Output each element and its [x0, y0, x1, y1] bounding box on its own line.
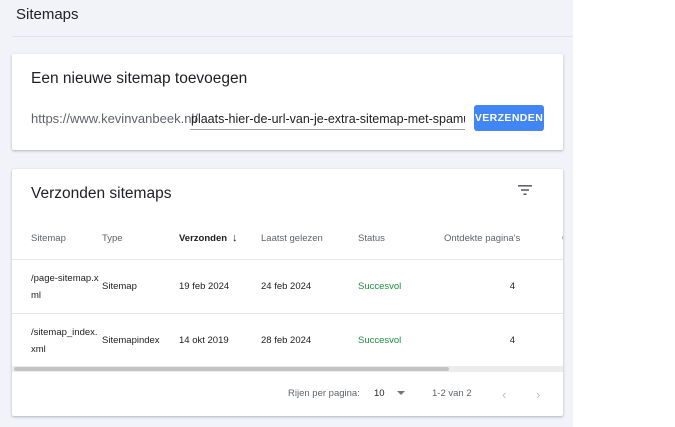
caret-down-icon[interactable]	[397, 391, 405, 395]
status-badge: Succesvol	[358, 313, 444, 362]
discovered-pages-count: 4	[444, 313, 562, 362]
chevron-right-icon[interactable]: ›	[536, 387, 540, 402]
filter-icon[interactable]	[517, 183, 533, 197]
pagination-range: 1-2 van 2	[432, 388, 472, 399]
column-header-type[interactable]: Type	[102, 217, 179, 260]
chevron-left-icon[interactable]: ‹	[502, 387, 506, 402]
submitted-sitemaps-title: Verzonden sitemaps	[31, 185, 172, 202]
submitted-date: 19 feb 2024	[179, 259, 261, 314]
column-header-status[interactable]: Status	[358, 217, 444, 260]
table-header-row: Sitemap Type Verzonden ↓ Laatst gelezen S…	[12, 217, 563, 260]
scrollbar-thumb[interactable]	[14, 367, 449, 371]
rows-per-page-select[interactable]: 10	[374, 388, 385, 399]
page-title: Sitemaps	[16, 6, 79, 23]
add-sitemap-card: Een nieuwe sitemap toevoegen https://www…	[12, 54, 563, 150]
submitted-sitemaps-card: Verzonden sitemaps Sitemap Type Verzonde…	[12, 169, 563, 416]
divider	[12, 36, 573, 37]
sitemaps-table: Sitemap Type Verzonden ↓ Laatst gelezen S…	[12, 217, 563, 362]
discovered-pages-count: 4	[444, 259, 562, 314]
column-header-last-read[interactable]: Laatst gelezen	[261, 217, 358, 260]
column-header-sitemap[interactable]: Sitemap	[12, 217, 102, 260]
sitemap-path: /sitemap_index.xml	[12, 313, 102, 362]
truncated-cell	[562, 259, 563, 314]
table-row[interactable]: /page-sitemap.xml Sitemap 19 feb 2024 24…	[12, 259, 563, 314]
truncated-cell	[562, 313, 563, 362]
status-badge: Succesvol	[358, 259, 444, 314]
submitted-date: 14 okt 2019	[179, 313, 261, 362]
column-header-submitted-label: Verzonden	[179, 233, 228, 244]
last-read-date: 28 feb 2024	[261, 313, 358, 362]
sitemap-type: Sitemapindex	[102, 313, 179, 362]
horizontal-scrollbar[interactable]	[12, 366, 563, 372]
rows-per-page-label: Rijen per pagina:	[288, 388, 360, 399]
add-sitemap-title: Een nieuwe sitemap toevoegen	[31, 70, 248, 87]
sitemap-type: Sitemap	[102, 259, 179, 314]
url-prefix: https://www.kevinvanbeek.nl/	[31, 111, 198, 126]
sitemap-path: /page-sitemap.xml	[12, 259, 102, 314]
table-row[interactable]: /sitemap_index.xml Sitemapindex 14 okt 2…	[12, 313, 563, 362]
submit-sitemap-button[interactable]: VERZENDEN	[474, 105, 544, 131]
column-header-discovered-pages[interactable]: Ontdekte pagina's	[444, 217, 562, 260]
arrow-down-icon: ↓	[232, 232, 238, 244]
column-header-submitted[interactable]: Verzonden ↓	[179, 217, 261, 260]
sitemap-url-input[interactable]	[190, 109, 465, 130]
sitemaps-table-container: Sitemap Type Verzonden ↓ Laatst gelezen S…	[12, 217, 563, 362]
last-read-date: 24 feb 2024	[261, 259, 358, 314]
column-header-truncated[interactable]: Or	[562, 217, 563, 260]
